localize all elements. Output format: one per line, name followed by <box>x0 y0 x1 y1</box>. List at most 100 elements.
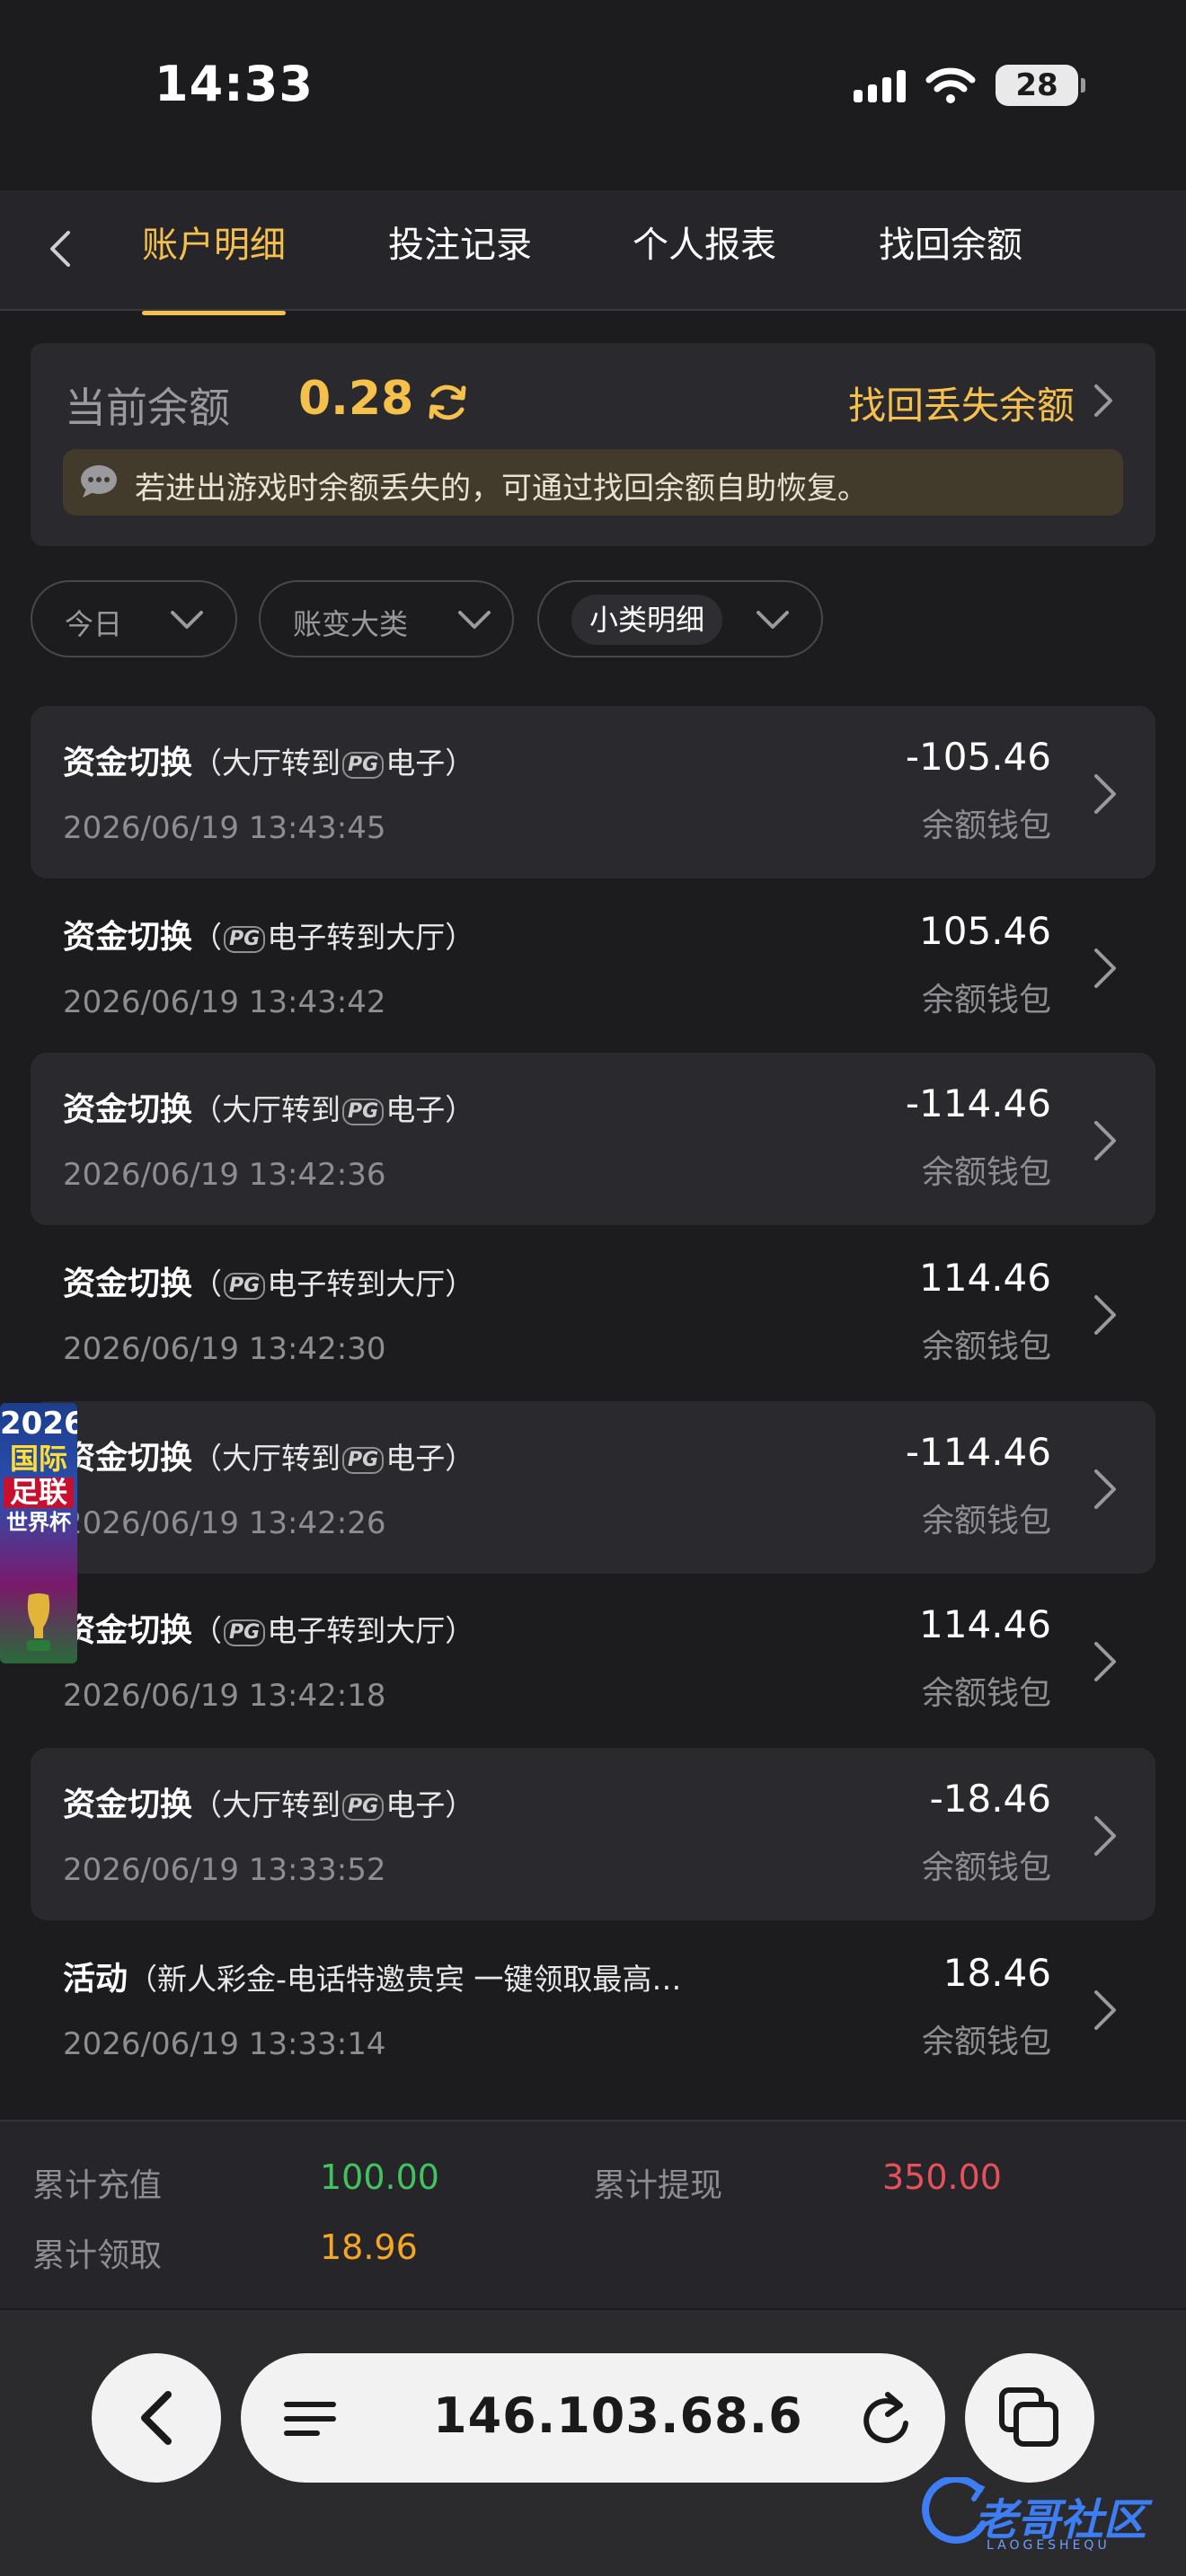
chevron-right-icon <box>1094 1642 1116 1681</box>
reload-icon[interactable] <box>857 2387 915 2448</box>
filter-label: 今日 <box>65 607 123 641</box>
tab-bet-records[interactable]: 投注记录 <box>388 216 532 305</box>
transaction-row[interactable]: 资金切换（ PG 电子转到大厅） 2026/06/19 13:43:42 105.4… <box>31 880 1155 1053</box>
chevron-right-icon <box>1094 1816 1116 1856</box>
transaction-type: 资金切换 <box>63 1786 193 1823</box>
recover-lost-balance-link[interactable]: 找回丢失余额 <box>848 375 1075 430</box>
cellular-signal-icon <box>854 68 906 102</box>
tab-personal-report[interactable]: 个人报表 <box>633 216 776 305</box>
transaction-amount: 114.46 <box>919 1602 1051 1646</box>
ad-line-2: 足联 <box>4 1478 74 1508</box>
notice-banner: 若进出游戏时余额丢失的，可通过找回余额自助恢复。 <box>63 449 1123 516</box>
transaction-detail: （ <box>192 1266 223 1301</box>
transaction-detail-end: 电子） <box>385 745 475 781</box>
transaction-time: 2026/06/19 13:42:26 <box>63 1505 386 1541</box>
summary-panel: 累计充值 100.00 累计提现 350.00 累计领取 18.96 <box>0 2120 1186 2308</box>
transaction-detail-end: 电子） <box>385 1441 475 1476</box>
transaction-time: 2026/06/19 13:33:14 <box>63 2026 386 2062</box>
pg-logo: PG <box>342 1794 385 1821</box>
transaction-amount: -114.46 <box>905 1430 1051 1474</box>
pg-logo: PG <box>342 1098 385 1125</box>
back-button[interactable] <box>29 217 92 280</box>
transaction-wallet: 余额钱包 <box>921 1154 1051 1191</box>
active-tab-indicator <box>142 311 286 315</box>
transaction-title: 活动（新人彩金-电话特邀贵宾 一键领取最高… <box>63 1953 681 1999</box>
wifi-icon <box>925 67 976 103</box>
pg-logo: PG <box>342 1447 385 1474</box>
transaction-type: 活动 <box>63 1961 128 1998</box>
transaction-row[interactable]: 资金切换（ PG 电子转到大厅） 2026/06/19 13:42:18 114.4… <box>31 1574 1155 1746</box>
filter-date[interactable]: 今日 <box>31 580 237 657</box>
top-nav: 账户明细 投注记录 个人报表 找回余额 <box>0 190 1186 315</box>
chevron-left-icon <box>141 2391 172 2445</box>
chevron-down-icon <box>458 611 491 629</box>
transaction-title: 资金切换（ PG 电子转到大厅） <box>63 1604 474 1651</box>
chevron-right-icon <box>1094 1295 1116 1335</box>
transaction-time: 2026/06/19 13:42:36 <box>63 1157 386 1193</box>
browser-back-button[interactable] <box>92 2353 221 2483</box>
transaction-detail-end: 电子转到大厅） <box>267 920 475 955</box>
menu-icon[interactable] <box>282 2396 340 2441</box>
tab-label: 找回余额 <box>879 225 1022 266</box>
transaction-type: 资金切换 <box>63 1091 193 1128</box>
transaction-amount: 114.46 <box>919 1256 1051 1300</box>
total-withdraw-label: 累计提现 <box>593 2167 723 2204</box>
transaction-time: 2026/06/19 13:42:18 <box>63 1678 386 1714</box>
status-bar: 14:33 28 <box>0 0 1186 180</box>
refresh-icon[interactable] <box>424 379 471 426</box>
tab-recover-balance[interactable]: 找回余额 <box>879 216 1022 305</box>
url-text: 146.103.68.6 <box>433 2387 803 2444</box>
tabs-button[interactable] <box>965 2353 1094 2483</box>
transaction-detail: （大厅转到 <box>192 1441 341 1476</box>
ad-year: 2026 <box>0 1406 77 1442</box>
transaction-detail: （大厅转到 <box>192 1787 341 1822</box>
chevron-left-icon <box>50 231 70 267</box>
balance-label: 当前余额 <box>65 384 230 432</box>
transaction-detail-end: 电子转到大厅） <box>267 1266 475 1301</box>
tab-label: 投注记录 <box>388 225 532 266</box>
transaction-amount: -114.46 <box>905 1081 1051 1125</box>
chevron-right-icon <box>1094 1469 1116 1509</box>
chevron-right-icon[interactable] <box>1087 381 1120 420</box>
pg-logo: PG <box>342 752 385 779</box>
total-claim-value: 18.96 <box>320 2228 418 2267</box>
transaction-wallet: 余额钱包 <box>921 2024 1051 2060</box>
transaction-amount: 105.46 <box>919 909 1051 953</box>
chevron-right-icon <box>1094 1121 1116 1160</box>
transaction-row[interactable]: 资金切换（大厅转到 PG 电子） 2026/06/19 13:43:45 -105.… <box>31 706 1155 878</box>
transaction-row[interactable]: 资金切换（大厅转到 PG 电子） 2026/06/19 13:42:36 -114.… <box>31 1053 1155 1225</box>
chat-bubble-icon <box>81 465 117 498</box>
watermark: 老哥社区 LAOGESHEQU <box>916 2470 1177 2560</box>
transaction-type: 资金切换 <box>63 1612 193 1649</box>
transaction-wallet: 余额钱包 <box>921 982 1051 1019</box>
transaction-title: 资金切换（大厅转到 PG 电子） <box>63 1432 474 1478</box>
total-claim-label: 累计领取 <box>32 2237 163 2274</box>
url-bar[interactable]: 146.103.68.6 <box>241 2353 945 2483</box>
transaction-title: 资金切换（大厅转到 PG 电子） <box>63 1778 474 1825</box>
filter-major-category[interactable]: 账变大类 <box>259 580 514 657</box>
transaction-wallet: 余额钱包 <box>921 807 1051 844</box>
transaction-wallet: 余额钱包 <box>921 1503 1051 1539</box>
transaction-detail: （ <box>192 1613 223 1648</box>
chevron-down-icon <box>171 611 203 629</box>
status-time: 14:33 <box>155 56 314 112</box>
transaction-title: 资金切换（ PG 电子转到大厅） <box>63 911 474 957</box>
transaction-title: 资金切换（大厅转到 PG 电子） <box>63 1083 474 1130</box>
transaction-detail-end: 电子转到大厅） <box>267 1613 475 1648</box>
transaction-amount: 18.46 <box>943 1951 1051 1995</box>
transaction-wallet: 余额钱包 <box>921 1849 1051 1886</box>
transaction-row[interactable]: 资金切换（大厅转到 PG 电子） 2026/06/19 13:33:52 -18.4… <box>31 1748 1155 1920</box>
transaction-time: 2026/06/19 13:43:45 <box>63 810 386 846</box>
pg-logo: PG <box>224 1619 266 1646</box>
transaction-type: 资金切换 <box>63 1440 193 1477</box>
transaction-type: 资金切换 <box>63 919 193 956</box>
transaction-row[interactable]: 资金切换（ PG 电子转到大厅） 2026/06/19 13:42:30 114.4… <box>31 1227 1155 1399</box>
filter-sub-category[interactable]: 小类明细 <box>537 580 823 657</box>
transaction-wallet: 余额钱包 <box>921 1675 1051 1712</box>
chevron-right-icon <box>1094 1990 1116 2030</box>
tab-account-details[interactable]: 账户明细 <box>142 216 286 315</box>
transaction-row[interactable]: 活动（新人彩金-电话特邀贵宾 一键领取最高… 2026/06/19 13:33:… <box>31 1922 1155 2095</box>
transaction-row[interactable]: 资金切换（大厅转到 PG 电子） 2026/06/19 13:42:26 -114.… <box>31 1401 1155 1574</box>
world-cup-ad-banner[interactable]: 2026 国际 足联 世界杯 <box>0 1403 77 1663</box>
transaction-detail: （ <box>192 920 223 955</box>
